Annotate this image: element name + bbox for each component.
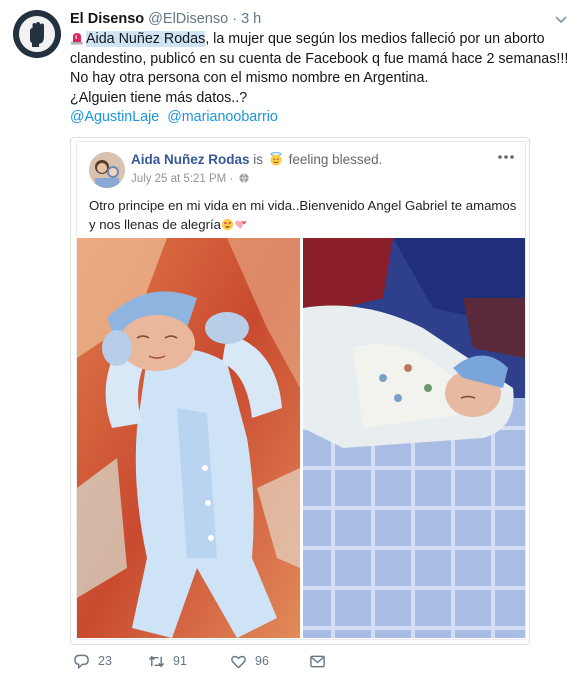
facebook-post-header: Aida Nuñez Rodas is feeling blessed. [131,152,382,167]
heart-eyes-icon [221,218,234,231]
tweet-header: El Disenso @ElDisenso · 3 h [70,11,261,27]
mentions: @AgustinLaje @marianoobarrio [70,109,282,125]
mention-link[interactable]: @marianoobarrio [167,109,278,125]
reply-button[interactable]: 23 [73,651,112,671]
tweet-line-3: No hay otra persona con el mismo nombre … [70,70,429,86]
tweet-line-4: ¿Alguien tiene más datos..? [70,89,248,106]
facebook-post-message: Otro principe en mi vida en mi vida..Bie… [89,198,517,232]
reply-icon [74,654,89,669]
embedded-image[interactable]: Aida Nuñez Rodas is feeling blessed. Jul… [70,137,530,645]
author-handle[interactable]: @ElDisenso [148,11,228,27]
baby-photo-2[interactable] [303,238,525,638]
profile-avatar[interactable] [13,10,61,58]
facebook-feeling: feeling blessed. [288,152,383,167]
facebook-post-date: July 25 at 5:21 PM · [131,173,249,185]
separator-dot: · [232,11,238,27]
retweet-icon [148,655,165,667]
more-icon [498,155,514,159]
tweet-timestamp[interactable]: 3 h [241,11,261,27]
caret-down-icon[interactable] [553,14,569,26]
like-button[interactable]: 96 [230,651,269,671]
retweet-count: 91 [173,654,187,668]
author-name[interactable]: El Disenso [70,11,144,27]
facebook-author-name: Aida Nuñez Rodas [131,152,250,167]
tweet-actions: 23 91 96 [70,651,370,673]
tweet-text: Aida Nuñez Rodas, la mujer que según los… [70,30,570,108]
direct-message-button[interactable] [309,651,326,671]
globe-icon [239,173,249,183]
baby-photo-1[interactable] [77,238,300,638]
retweet-button[interactable]: 91 [148,651,187,671]
heart-icon [231,655,246,669]
facebook-date-text: July 25 at 5:21 PM · [131,173,234,185]
siren-icon [71,33,83,45]
highlighted-name: Aida Nuñez Rodas [86,31,206,47]
smiling-face-with-halo-icon [270,152,282,166]
tweet-line-1: , la mujer que según los medios falleció… [205,31,545,47]
facebook-post-text: Otro principe en mi vida en mi vida..Bie… [89,196,519,234]
like-count: 96 [255,654,269,668]
tweet[interactable]: El Disenso @ElDisenso · 3 h Aida Nuñez R… [0,0,580,680]
facebook-is-text: is [253,152,264,167]
reply-count: 23 [98,654,112,668]
hearts-icon [235,220,247,230]
direct-message-icon [310,655,325,667]
facebook-post: Aida Nuñez Rodas is feeling blessed. Jul… [77,142,525,639]
facebook-avatar [89,152,125,188]
tweet-line-2: clandestino, publicó en su cuenta de Fac… [70,50,569,67]
mention-link[interactable]: @AgustinLaje [70,109,159,125]
